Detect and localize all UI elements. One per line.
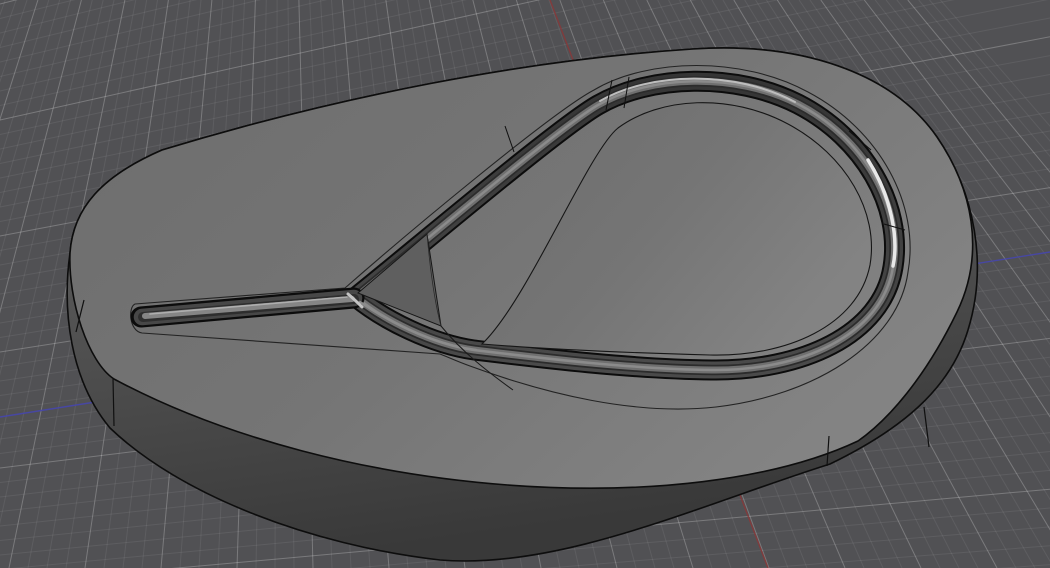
viewport-canvas[interactable] [0,0,1050,568]
3d-viewport[interactable] [0,0,1050,568]
